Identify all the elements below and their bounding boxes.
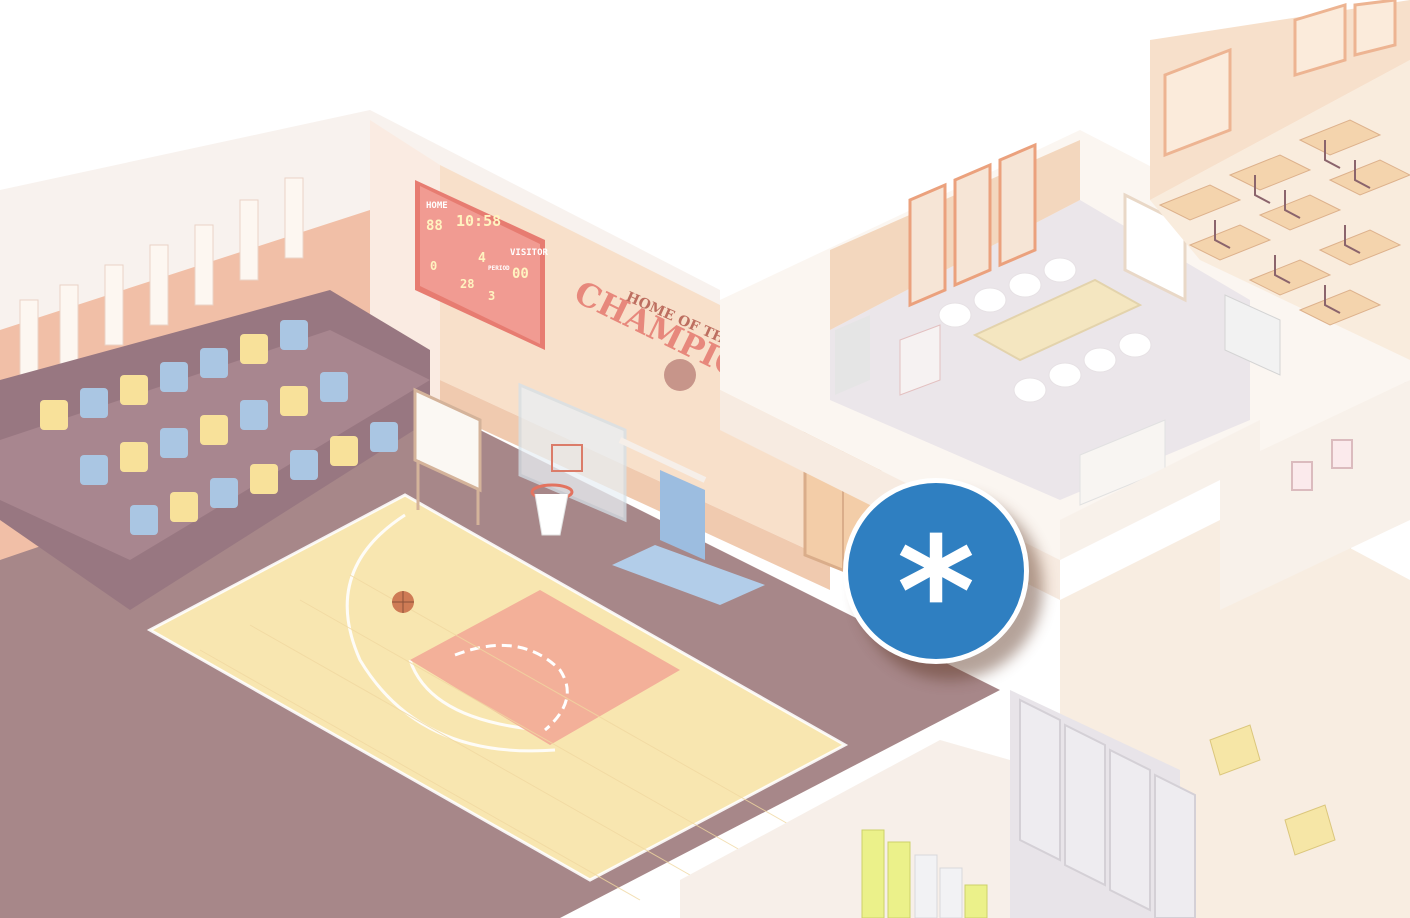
asterisk-hotspot-button[interactable]: * — [843, 478, 1029, 668]
asterisk-icon: * — [896, 506, 976, 680]
school-isometric-illustration: HOME 88 10:58 VISITOR 4 PERIOD 00 0 28 3… — [0, 0, 1410, 918]
